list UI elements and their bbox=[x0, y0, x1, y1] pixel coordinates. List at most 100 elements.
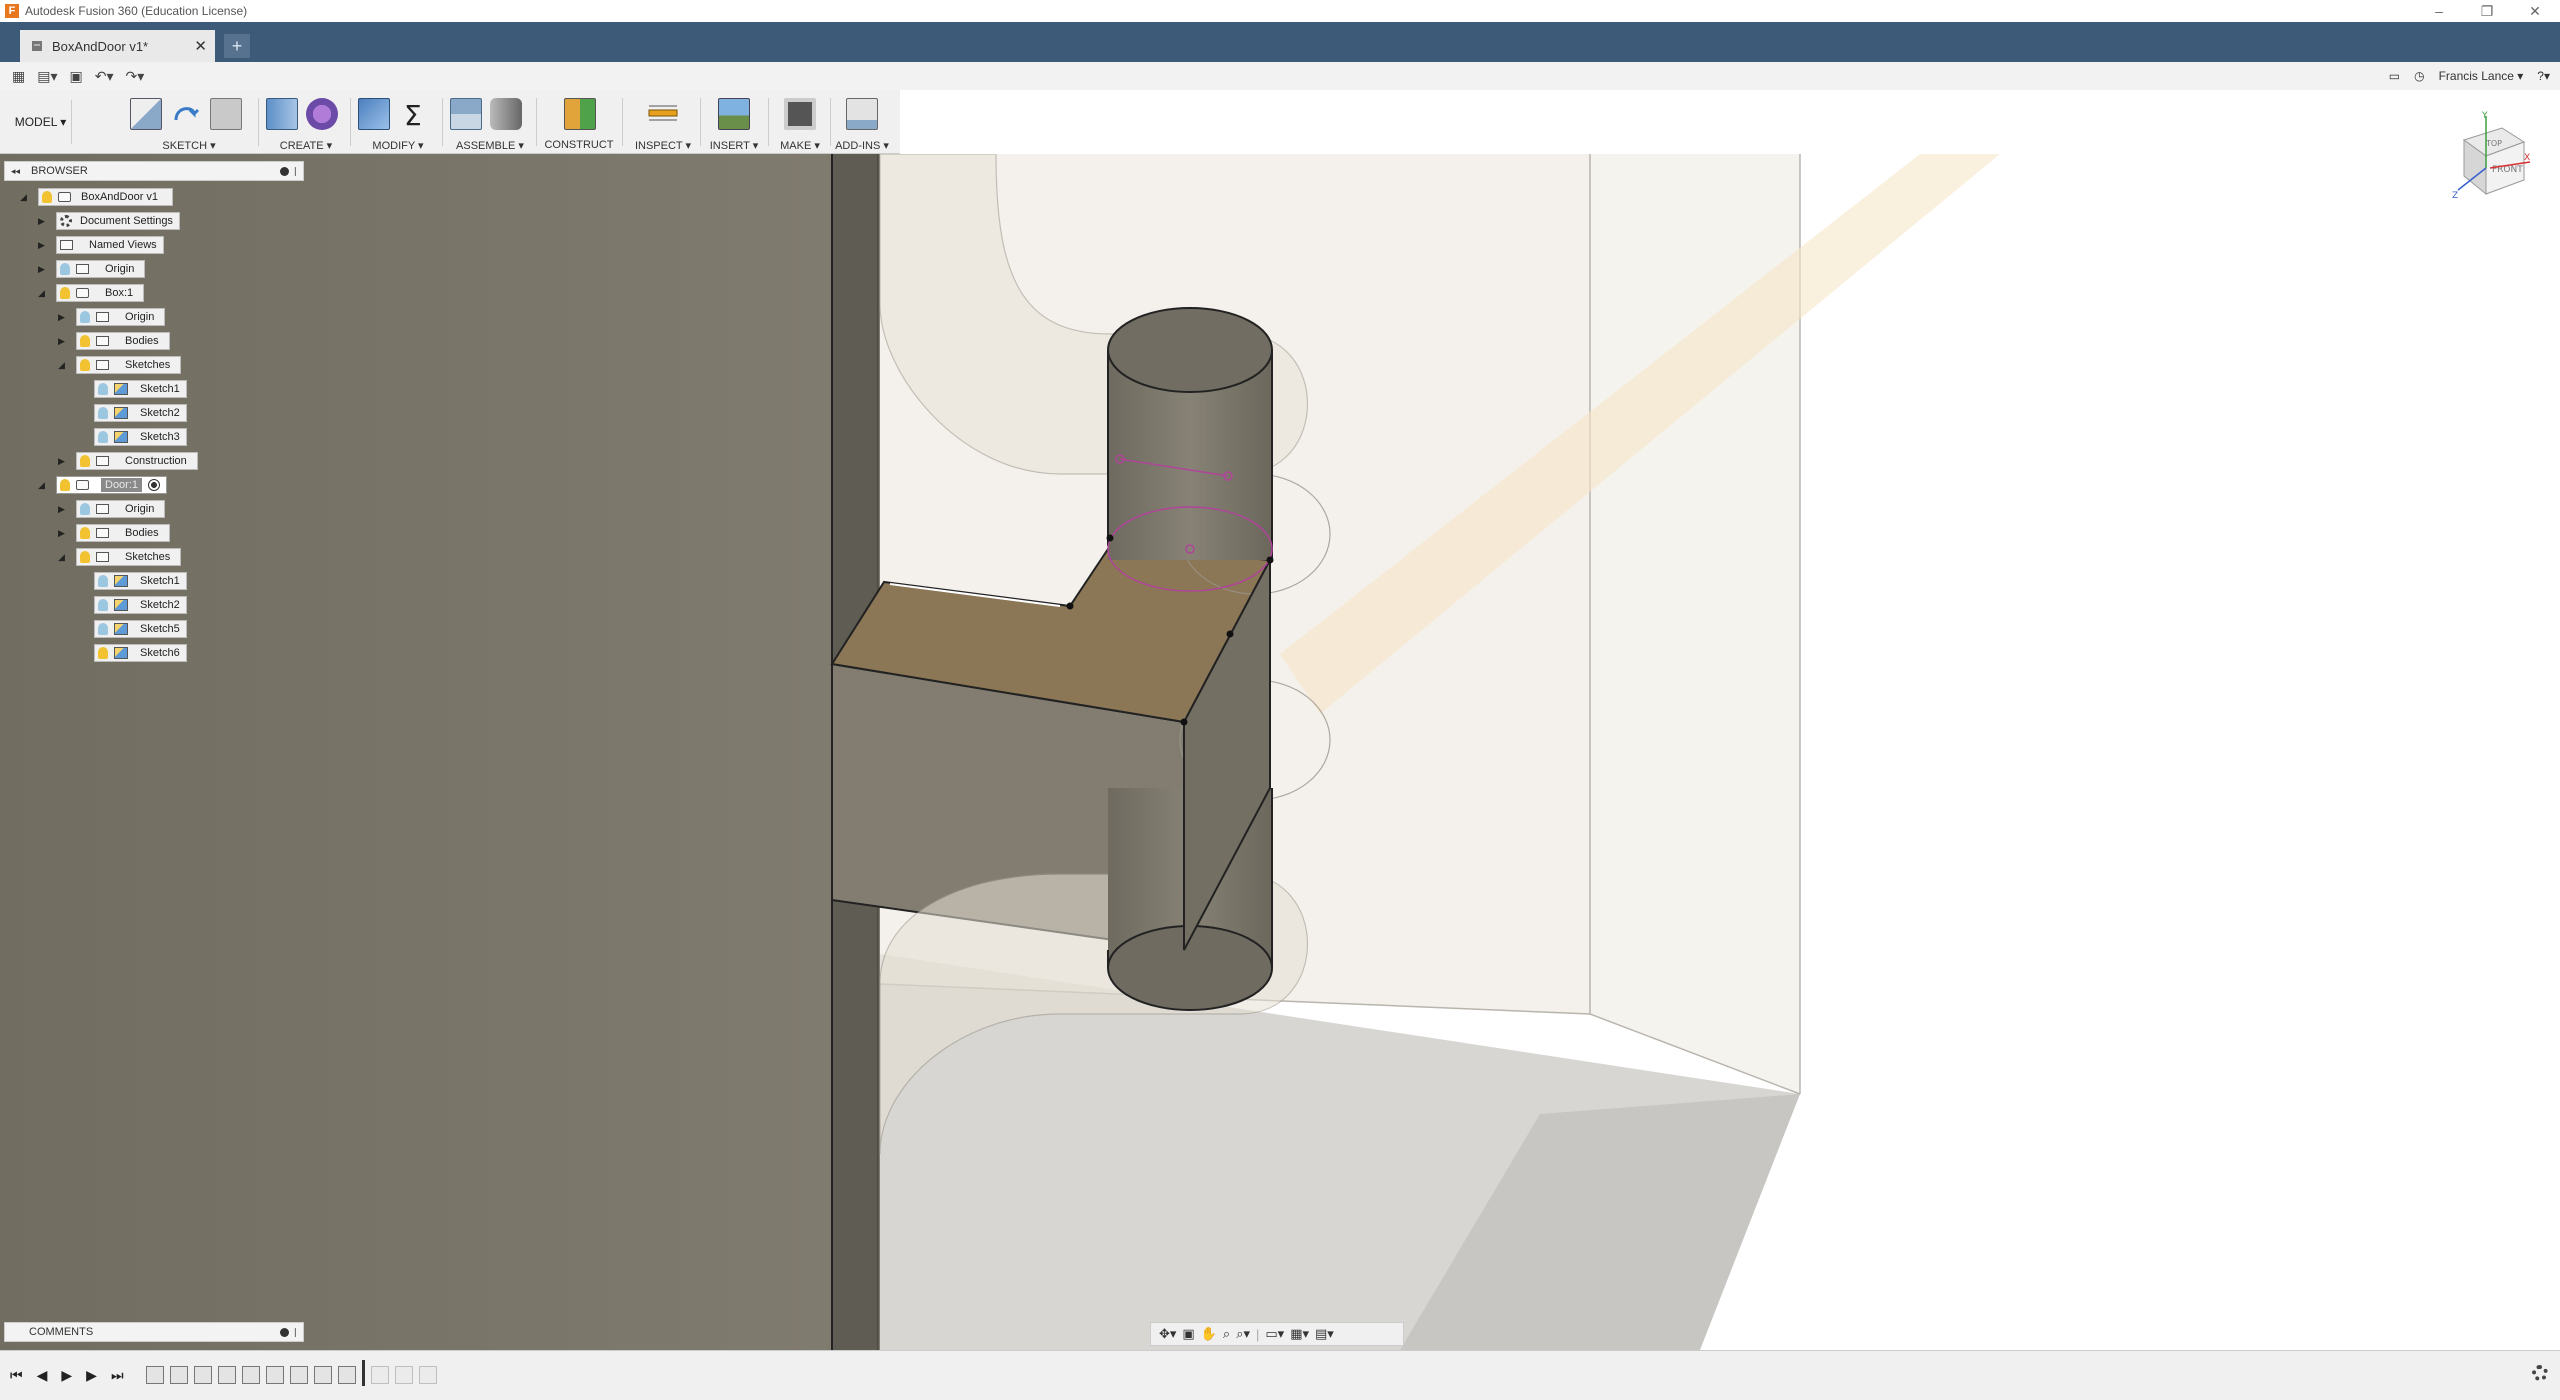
timeline-step[interactable] bbox=[266, 1366, 284, 1384]
tree-node-root[interactable]: ◢ BoxAndDoor v1 bbox=[20, 187, 174, 207]
visibility-bulb-icon[interactable] bbox=[80, 311, 90, 323]
step-forward-icon[interactable]: ▶ bbox=[86, 1367, 97, 1384]
tree-node-document-settings[interactable]: ▶ Document Settings bbox=[38, 211, 180, 231]
viewports-icon[interactable]: ▤▾ bbox=[1315, 1326, 1334, 1342]
extrude-icon[interactable] bbox=[266, 98, 298, 130]
expander-icon[interactable]: ▶ bbox=[38, 264, 48, 274]
restore-button[interactable]: ❐ bbox=[2464, 0, 2510, 22]
expander-icon[interactable]: ▶ bbox=[38, 216, 48, 226]
tree-node-box-bodies[interactable]: ▶ Bodies bbox=[58, 331, 170, 351]
expander-icon[interactable]: ▶ bbox=[58, 312, 68, 322]
modify-group[interactable]: Σ MODIFY ▾ bbox=[358, 90, 438, 154]
visibility-bulb-icon[interactable] bbox=[80, 503, 90, 515]
document-tab[interactable]: BoxAndDoor v1* ✕ bbox=[20, 30, 215, 62]
finish-sketch-icon[interactable] bbox=[170, 98, 202, 130]
display-settings-icon[interactable]: ▭▾ bbox=[1265, 1326, 1284, 1342]
inspect-group[interactable]: INSPECT ▾ bbox=[630, 90, 696, 154]
timeline-step[interactable] bbox=[146, 1366, 164, 1384]
form-icon[interactable] bbox=[306, 98, 338, 130]
expander-icon[interactable]: ▶ bbox=[58, 504, 68, 514]
timeline-step[interactable] bbox=[218, 1366, 236, 1384]
visibility-bulb-icon[interactable] bbox=[98, 647, 108, 659]
tree-node-sketch[interactable]: Sketch1 bbox=[94, 379, 187, 399]
grid-settings-icon[interactable]: ▦▾ bbox=[1290, 1326, 1309, 1342]
scripts-addins-icon[interactable] bbox=[846, 98, 878, 130]
activate-component-icon[interactable] bbox=[148, 479, 161, 491]
new-component-icon[interactable] bbox=[450, 98, 482, 130]
tree-node-origin[interactable]: ▶ Origin bbox=[38, 259, 146, 279]
visibility-bulb-icon[interactable] bbox=[80, 455, 90, 467]
expander-icon[interactable]: ◢ bbox=[58, 360, 68, 370]
project-icon[interactable] bbox=[210, 98, 242, 130]
minimize-button[interactable]: – bbox=[2416, 0, 2462, 22]
visibility-bulb-icon[interactable] bbox=[98, 407, 108, 419]
data-panel-icon[interactable]: ▦ bbox=[12, 68, 25, 85]
look-at-icon[interactable]: ▣ bbox=[1182, 1326, 1194, 1342]
job-status-icon[interactable]: ◷ bbox=[2414, 69, 2424, 83]
parameters-icon[interactable]: Σ bbox=[398, 98, 430, 130]
timeline-step[interactable] bbox=[170, 1366, 188, 1384]
tree-node-door-origin[interactable]: ▶ Origin bbox=[58, 499, 166, 519]
timeline-step[interactable] bbox=[419, 1366, 437, 1384]
visibility-bulb-icon[interactable] bbox=[80, 335, 90, 347]
visibility-bulb-icon[interactable] bbox=[60, 479, 70, 491]
tree-node-box-origin[interactable]: ▶ Origin bbox=[58, 307, 166, 327]
visibility-bulb-icon[interactable] bbox=[80, 527, 90, 539]
expander-icon[interactable]: ◢ bbox=[38, 288, 48, 298]
timeline-step[interactable] bbox=[371, 1366, 389, 1384]
visibility-bulb-icon[interactable] bbox=[98, 575, 108, 587]
close-window-button[interactable]: ✕ bbox=[2512, 0, 2558, 22]
expander-icon[interactable]: ◢ bbox=[20, 192, 30, 202]
expander-icon[interactable]: ◢ bbox=[38, 480, 48, 490]
save-icon[interactable]: ▣ bbox=[70, 68, 83, 85]
tree-node-box-component[interactable]: ◢ Box:1 bbox=[38, 283, 145, 303]
redo-icon[interactable]: ↷▾ bbox=[126, 68, 145, 85]
joint-icon[interactable] bbox=[490, 98, 522, 130]
step-back-icon[interactable]: ◀ bbox=[37, 1367, 48, 1384]
workspace-switcher[interactable]: MODEL ▾ bbox=[10, 100, 72, 144]
expander-icon[interactable]: ▶ bbox=[58, 456, 68, 466]
expander-icon[interactable]: ▶ bbox=[38, 240, 48, 250]
canvas-viewport[interactable] bbox=[0, 154, 2560, 1350]
timeline-step[interactable] bbox=[290, 1366, 308, 1384]
collapse-browser-icon[interactable]: ◂◂ bbox=[11, 166, 20, 177]
go-to-end-icon[interactable]: ⏭ bbox=[111, 1367, 124, 1384]
notifications-icon[interactable]: ▭ bbox=[2389, 69, 2400, 83]
tree-node-sketch[interactable]: Sketch1 bbox=[94, 571, 187, 591]
tree-node-named-views[interactable]: ▶ Named Views bbox=[38, 235, 164, 255]
undo-icon[interactable]: ↶▾ bbox=[95, 68, 114, 85]
timeline-step[interactable] bbox=[194, 1366, 212, 1384]
file-menu-icon[interactable]: ▤▾ bbox=[37, 68, 57, 85]
viewcube[interactable]: TOP FRONT X Y Z bbox=[2452, 110, 2532, 200]
visibility-bulb-icon[interactable] bbox=[98, 599, 108, 611]
insert-group[interactable]: INSERT ▾ bbox=[704, 90, 764, 154]
timeline-step[interactable] bbox=[242, 1366, 260, 1384]
tree-node-sketch[interactable]: Sketch2 bbox=[94, 595, 187, 615]
tree-node-door-bodies[interactable]: ▶ Bodies bbox=[58, 523, 170, 543]
visibility-bulb-icon[interactable] bbox=[80, 359, 90, 371]
pin-icon[interactable] bbox=[280, 166, 289, 176]
make-group[interactable]: MAKE ▾ bbox=[772, 90, 828, 154]
tree-node-box-construction[interactable]: ▶ Construction bbox=[58, 451, 198, 471]
timeline-marker[interactable] bbox=[362, 1360, 365, 1386]
timeline-step[interactable] bbox=[338, 1366, 356, 1384]
expander-icon[interactable]: ◢ bbox=[58, 552, 68, 562]
help-icon[interactable]: ?▾ bbox=[2537, 69, 2550, 83]
tree-node-box-sketches[interactable]: ◢ Sketches bbox=[58, 355, 182, 375]
timeline-step[interactable] bbox=[314, 1366, 332, 1384]
tree-node-sketch[interactable]: Sketch3 bbox=[94, 427, 187, 447]
visibility-bulb-icon[interactable] bbox=[60, 263, 70, 275]
tree-node-door-sketches[interactable]: ◢ Sketches bbox=[58, 547, 182, 567]
assemble-group[interactable]: ASSEMBLE ▾ bbox=[450, 90, 530, 154]
visibility-bulb-icon[interactable] bbox=[98, 623, 108, 635]
create-sketch-icon[interactable] bbox=[130, 98, 162, 130]
browser-header[interactable]: ◂◂ BROWSER ❘ bbox=[4, 161, 304, 181]
offset-plane-icon[interactable] bbox=[564, 98, 596, 130]
visibility-bulb-icon[interactable] bbox=[98, 431, 108, 443]
insert-image-icon[interactable] bbox=[718, 98, 750, 130]
comments-panel[interactable]: COMMENTS ❘ bbox=[4, 1322, 304, 1342]
expander-icon[interactable]: ▶ bbox=[58, 528, 68, 538]
tree-node-sketch[interactable]: Sketch2 bbox=[94, 403, 187, 423]
construct-group[interactable]: CONSTRUCT ▾ bbox=[544, 90, 614, 164]
3d-print-icon[interactable] bbox=[784, 98, 816, 130]
